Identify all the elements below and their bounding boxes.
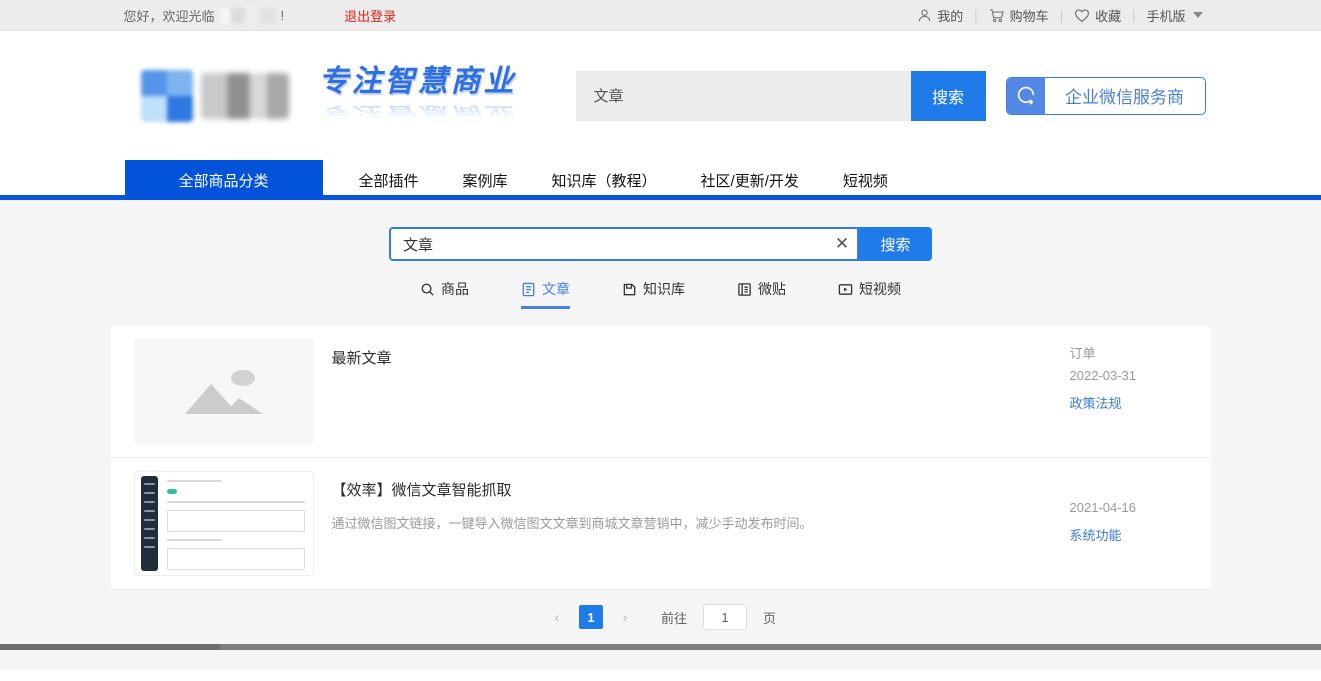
tab-articles[interactable]: 文章 — [521, 279, 570, 309]
result-thumbnail-screenshot — [134, 471, 314, 576]
wecom-service-badge[interactable]: 企业微信服务商 — [1006, 77, 1206, 115]
result-date: 2022-03-31 — [1070, 368, 1188, 383]
topbar: 您好，欢迎光临 ! 退出登录 我的 | 购物车 — [0, 0, 1321, 31]
page-unit-label: 页 — [763, 608, 776, 627]
logo-slogan: 专注智慧商业 专注智慧商业 — [319, 56, 517, 136]
footer-strip-right — [220, 644, 1321, 650]
nav-all-categories[interactable]: 全部商品分类 — [125, 160, 323, 200]
blurred-logo-text — [201, 73, 289, 119]
cart-icon — [989, 8, 1005, 23]
thumb-admin-sidebar — [141, 476, 158, 571]
nav-knowledge-base[interactable]: 知识库（教程） — [552, 170, 657, 191]
mobile-version-label: 手机版 — [1146, 6, 1185, 25]
footer-strip — [0, 644, 1321, 650]
goto-label: 前往 — [661, 608, 687, 627]
result-search-input[interactable] — [391, 236, 827, 253]
nav-short-video[interactable]: 短视频 — [843, 170, 888, 191]
tab-knowledge-label: 知识库 — [643, 279, 685, 299]
main-nav: 全部商品分类 全部插件 案例库 知识库（教程） 社区/更新/开发 短视频 — [0, 160, 1321, 200]
result-category-link[interactable]: 系统功能 — [1070, 525, 1188, 544]
site-header: 专注智慧商业 专注智慧商业 搜索 企业微信服务商 — [0, 31, 1321, 160]
header-search-input[interactable] — [576, 71, 911, 121]
heart-icon — [1074, 8, 1090, 23]
result-search-button[interactable]: 搜索 — [859, 227, 932, 261]
image-placeholder-icon — [134, 339, 314, 444]
divider: | — [1060, 8, 1063, 23]
wecom-label: 企业微信服务商 — [1045, 83, 1205, 108]
greeting: 您好，欢迎光临 ! — [124, 6, 285, 25]
nav-community[interactable]: 社区/更新/开发 — [701, 170, 799, 191]
prev-page-icon[interactable]: ‹ — [545, 605, 569, 629]
blurred-logo-mark — [141, 70, 193, 122]
page-1-button[interactable]: 1 — [579, 605, 603, 629]
post-icon — [737, 282, 752, 297]
goto-page-input[interactable] — [703, 604, 747, 630]
my-account-label: 我的 — [937, 6, 963, 25]
tab-articles-label: 文章 — [542, 279, 570, 299]
site-logo[interactable] — [141, 65, 291, 127]
result-category-link[interactable]: 政策法规 — [1070, 393, 1188, 412]
divider: | — [974, 8, 977, 23]
logout-link[interactable]: 退出登录 — [344, 6, 396, 25]
tab-posts[interactable]: 微贴 — [737, 279, 786, 309]
result-meta-top: 订单 — [1070, 343, 1188, 358]
results-card: 最新文章 订单 2022-03-31 政策法规 — [111, 326, 1211, 590]
result-row[interactable]: 【效率】微信文章智能抓取 通过微信图文链接，一键导入微信图文文章到商城文章营销中… — [111, 458, 1211, 590]
favorites-link[interactable]: 收藏 — [1074, 6, 1121, 25]
header-search: 搜索 — [576, 71, 986, 121]
tab-posts-label: 微贴 — [758, 279, 786, 299]
favorites-label: 收藏 — [1095, 6, 1121, 25]
divider: | — [1132, 8, 1135, 23]
result-row[interactable]: 最新文章 订单 2022-03-31 政策法规 — [111, 326, 1211, 458]
tab-knowledge[interactable]: 知识库 — [622, 279, 685, 309]
tab-goods[interactable]: 商品 — [420, 279, 469, 309]
next-page-icon[interactable]: › — [613, 605, 637, 629]
result-description: 通过微信图文链接，一键导入微信图文文章到商城文章营销中，减少手动发布时间。 — [332, 514, 1070, 534]
my-account-link[interactable]: 我的 — [917, 6, 963, 25]
footer-strip-left — [0, 644, 220, 650]
result-type-tabs: 商品 文章 知识库 微贴 — [0, 279, 1321, 309]
result-title[interactable]: 【效率】微信文章智能抓取 — [332, 479, 1070, 500]
nav-all-plugins[interactable]: 全部插件 — [359, 170, 419, 191]
tab-goods-label: 商品 — [441, 279, 469, 299]
slogan-reflection: 专注智慧商业 — [319, 101, 517, 125]
main-content: ✕ 搜索 商品 文章 — [0, 200, 1321, 670]
cart-link[interactable]: 购物车 — [989, 6, 1049, 25]
video-icon — [838, 282, 853, 297]
blurred-store-name — [219, 8, 277, 23]
search-icon — [420, 282, 435, 297]
nav-case-library[interactable]: 案例库 — [463, 170, 508, 191]
greeting-prefix: 您好，欢迎光临 — [124, 6, 215, 25]
result-date: 2021-04-16 — [1070, 500, 1188, 515]
mobile-version-menu[interactable]: 手机版 — [1146, 6, 1202, 25]
clear-search-icon[interactable]: ✕ — [827, 234, 857, 254]
cart-label: 购物车 — [1010, 6, 1049, 25]
header-search-button[interactable]: 搜索 — [911, 71, 986, 121]
chevron-down-icon — [1193, 12, 1203, 18]
knowledge-icon — [622, 282, 637, 297]
article-icon — [521, 282, 536, 297]
greeting-suffix: ! — [281, 8, 285, 23]
result-search: ✕ 搜索 — [389, 227, 932, 261]
thumb-admin-form — [167, 480, 305, 567]
result-title[interactable]: 最新文章 — [332, 347, 1070, 368]
slogan-text: 专注智慧商业 — [319, 56, 517, 100]
tab-videos[interactable]: 短视频 — [838, 279, 901, 309]
tab-videos-label: 短视频 — [859, 279, 901, 299]
user-icon — [917, 8, 932, 23]
wecom-icon — [1007, 77, 1045, 115]
pagination: ‹ 1 › 前往 页 — [0, 604, 1321, 630]
